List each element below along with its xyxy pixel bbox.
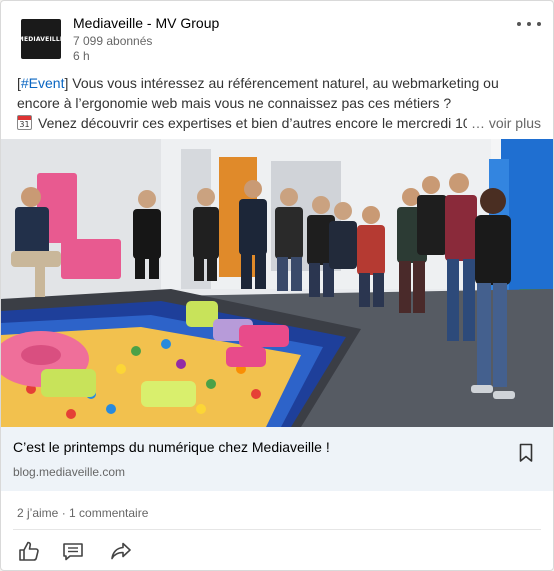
link-preview-title[interactable]: C’est le printemps du numérique chez Med… bbox=[13, 439, 330, 455]
post-line-3: 31 Venez découvrir ces expertises et bien… bbox=[17, 113, 541, 133]
like-button[interactable] bbox=[15, 537, 43, 565]
post-photo[interactable] bbox=[1, 139, 553, 427]
count-separator: · bbox=[58, 506, 70, 520]
comment-button[interactable] bbox=[59, 537, 87, 565]
office-group-photo bbox=[1, 139, 553, 427]
post-line-2: encore à l’ergonomie web mais vous ne co… bbox=[17, 95, 452, 111]
comment-count[interactable]: 1 commentaire bbox=[69, 506, 148, 520]
follower-count: 7 099 abonnés bbox=[73, 34, 153, 48]
post-line-1: [#Event] Vous vous intéressez au référen… bbox=[17, 73, 541, 93]
post-line-3-text: Venez découvrir ces expertises et bien d… bbox=[38, 115, 471, 131]
share-button[interactable] bbox=[107, 537, 135, 565]
post-text: [#Event] Vous vous intéressez au référen… bbox=[17, 73, 541, 133]
link-preview[interactable]: C’est le printemps du numérique chez Med… bbox=[1, 427, 553, 491]
more-dots-icon[interactable] bbox=[517, 17, 541, 31]
bookmark-icon[interactable] bbox=[519, 443, 533, 463]
calendar-icon: 31 bbox=[17, 115, 32, 130]
social-counts: 2 j’aime · 1 commentaire bbox=[17, 506, 148, 520]
link-preview-domain: blog.mediaveille.com bbox=[13, 465, 126, 479]
post-header: MEDIAVEILLE Mediaveille - MV Group 7 099… bbox=[17, 15, 541, 65]
ellipsis: … bbox=[470, 115, 485, 131]
author-name[interactable]: Mediaveille - MV Group bbox=[73, 15, 219, 31]
company-logo[interactable]: MEDIAVEILLE bbox=[17, 19, 65, 59]
divider bbox=[13, 529, 541, 530]
thumbs-up-icon bbox=[19, 541, 39, 561]
see-more-link[interactable]: voir plus bbox=[489, 115, 541, 131]
hashtag-link[interactable]: #Event bbox=[21, 75, 65, 91]
logo-wordmark: MEDIAVEILLE bbox=[17, 35, 65, 43]
post-card: MEDIAVEILLE Mediaveille - MV Group 7 099… bbox=[0, 0, 554, 571]
like-count[interactable]: 2 j’aime bbox=[17, 506, 58, 520]
comment-icon bbox=[63, 543, 83, 561]
post-time: 6 h bbox=[73, 49, 90, 63]
share-arrow-icon bbox=[111, 542, 131, 560]
post-line-1-text: Vous vous intéressez au référencement na… bbox=[68, 75, 499, 91]
